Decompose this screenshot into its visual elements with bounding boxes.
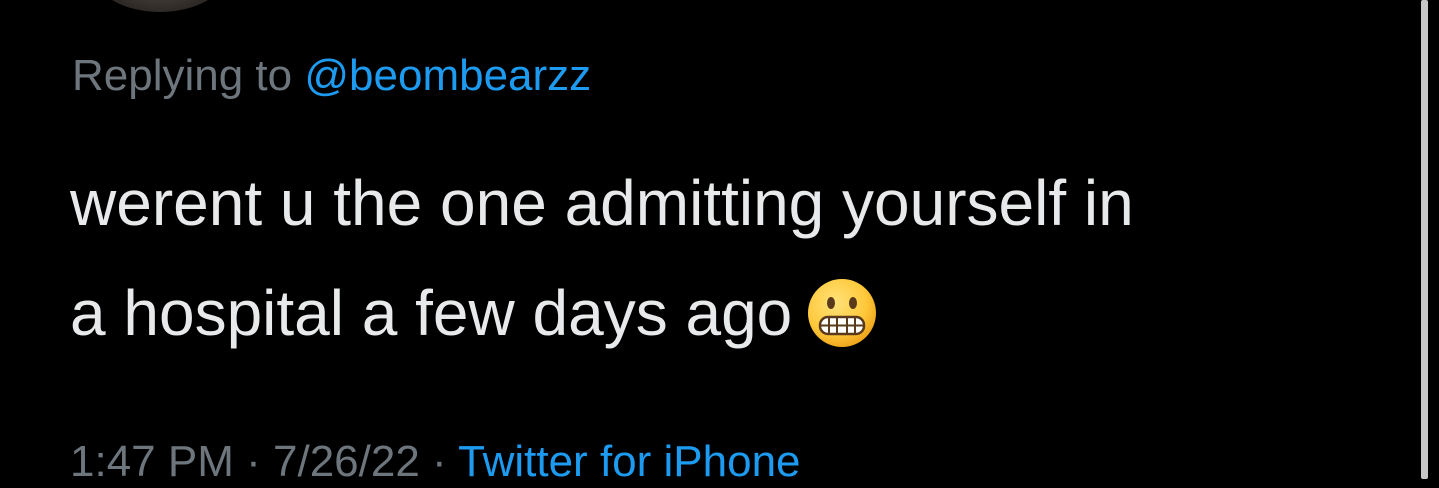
replying-to-handle-link[interactable]: @beombearzz — [304, 51, 591, 100]
replying-to-label: Replying to — [72, 51, 293, 100]
replying-to: Replying to @beombearzz — [72, 50, 591, 102]
tweet-text: werent u the one admitting yourself in a… — [70, 148, 1410, 368]
tweet-text-line-2: a hospital a few days ago — [70, 258, 1410, 368]
grimacing-face-icon — [806, 272, 878, 347]
avatar[interactable] — [95, 0, 225, 12]
tweet-metadata: 1:47 PM · 7/26/22 · Twitter for iPhone — [70, 436, 801, 488]
scrollbar[interactable] — [1421, 0, 1428, 479]
tweet-text-line-1: werent u the one admitting yourself in — [70, 167, 1134, 239]
tweet-text-line-2-content: a hospital a few days ago — [70, 277, 793, 349]
